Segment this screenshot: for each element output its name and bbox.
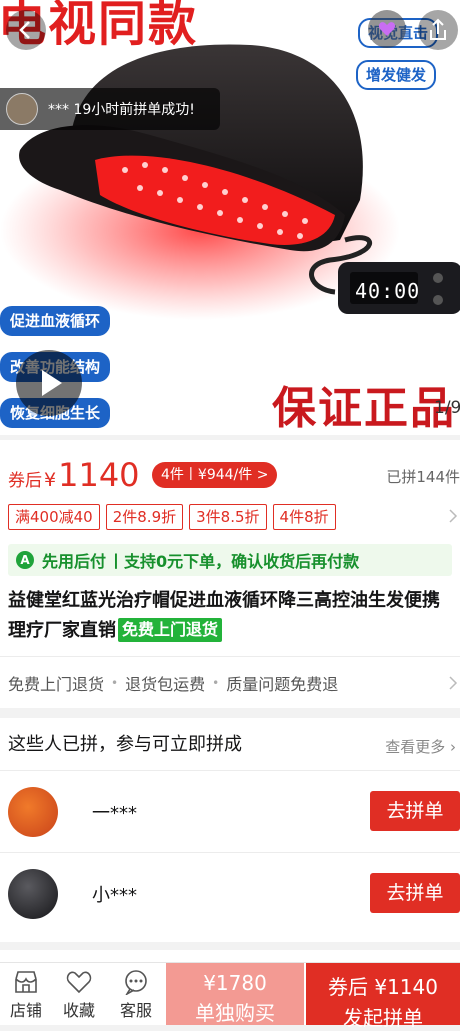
recent-group-notification: *** 19小时前拼单成功! — [0, 88, 220, 130]
single-label: 单独购买 — [195, 1001, 275, 1025]
product-image-carousel[interactable]: 电视同款 视觉直击 增发健发 40:00 促进血液循环 改善功能结构 恢复细胞生… — [0, 0, 460, 435]
device-display-time: 40:00 — [355, 279, 421, 303]
buy-single-button[interactable]: ¥1780 单独购买 — [166, 963, 304, 1025]
favorite-button[interactable] — [368, 10, 406, 48]
play-icon — [42, 370, 62, 396]
hero-tag-1: 促进血液循环 — [0, 306, 111, 336]
chat-icon — [125, 970, 147, 995]
group-row: 一*** 去拼单 — [0, 770, 460, 853]
discount-tag[interactable]: 3件8.5折 — [189, 504, 267, 530]
group-user-name: 小*** — [92, 885, 137, 906]
discount-tag[interactable]: 2件8.9折 — [105, 504, 184, 530]
store-label: 店铺 — [9, 1001, 42, 1020]
store-icon — [15, 971, 37, 993]
product-info-section: 券后 ¥ 1140 4件丨¥944/件 > 已拼144件 满400减40 2件8… — [0, 440, 460, 708]
avatar — [8, 787, 58, 837]
product-title: 益健堂红蓝光治疗帽促进血液循环降三高控油生发便携理疗厂家直销 免费上门退货 — [8, 586, 456, 646]
start-group-buy-button[interactable]: 券后 ¥1140 发起拼单 — [306, 963, 460, 1030]
authentic-stamp: 保证正品 — [272, 383, 456, 434]
product-title-text: 益健堂红蓝光治疗帽促进血液循环降三高控油生发便携理疗厂家直销 — [8, 590, 440, 641]
back-button[interactable] — [6, 10, 46, 50]
discount-tag[interactable]: 满400减40 — [8, 504, 100, 530]
join-group-button[interactable]: 去拼单 — [370, 873, 460, 913]
pay-later-banner[interactable]: A 先用后付 丨支持0元下单，确认收货后再付款 — [8, 544, 452, 576]
service-item: 退货包运费 — [125, 675, 206, 694]
single-price: ¥1780 — [203, 971, 267, 995]
free-return-tag: 免费上门退货 — [118, 618, 223, 642]
share-button[interactable] — [418, 10, 458, 50]
price-row: 券后 ¥ 1140 — [8, 456, 140, 494]
group-user-name: 一*** — [92, 803, 137, 824]
avatar — [8, 869, 58, 919]
favorite-label: 收藏 — [62, 1001, 95, 1020]
heart-icon — [378, 22, 396, 36]
view-more-label: 查看更多 — [385, 738, 446, 756]
pay-later-title: 先用后付 — [42, 552, 107, 571]
separator-dot: • — [111, 676, 119, 690]
play-video-button[interactable] — [16, 350, 82, 416]
bottom-action-bar: 店铺 收藏 客服 ¥1780 单独购买 券后 ¥1140 发起拼单 — [0, 962, 460, 1030]
chevron-right-icon — [449, 509, 458, 523]
group-price: 券后 ¥1140 — [328, 975, 438, 999]
coupon-after-label: 券后 — [8, 471, 42, 491]
view-more-link[interactable]: 查看更多 › — [385, 736, 456, 757]
customer-service-label: 客服 — [119, 1001, 152, 1020]
group-buy-section: 这些人已拼，参与可立即拼成 查看更多 › 一*** 去拼单 小*** 去拼单 — [0, 718, 460, 942]
chevron-right-icon — [449, 676, 458, 690]
multi-buy-badge[interactable]: 4件丨¥944/件 > — [152, 462, 278, 488]
service-item: 质量问题免费退 — [226, 675, 339, 694]
group-row: 小*** 去拼单 — [0, 852, 460, 935]
pay-later-subtitle: 丨支持0元下单，确认收货后再付款 — [108, 552, 360, 571]
customer-service-button[interactable]: 客服 — [110, 969, 162, 1021]
discount-tag[interactable]: 4件8折 — [272, 504, 336, 530]
hero-tag-right-2: 增发健发 — [356, 60, 437, 90]
chevron-left-icon — [19, 21, 30, 39]
notification-text: *** 19小时前拼单成功! — [48, 102, 195, 118]
currency-symbol: ¥ — [44, 469, 57, 491]
service-guarantees[interactable]: 免费上门退货 • 退货包运费 • 质量问题免费退 — [0, 656, 460, 709]
favorite-bar-button[interactable]: 收藏 — [53, 969, 105, 1021]
heart-outline-icon — [66, 971, 92, 994]
discount-tags[interactable]: 满400减40 2件8.9折 3件8.5折 4件8折 — [8, 504, 336, 530]
pay-later-icon: A — [16, 551, 34, 569]
service-item: 免费上门退货 — [8, 675, 105, 694]
share-icon — [430, 18, 446, 40]
price-amount: 1140 — [58, 456, 140, 494]
group-label: 发起拼单 — [343, 1006, 423, 1030]
separator-dot: • — [212, 676, 220, 690]
sold-count: 已拼144件 — [386, 468, 460, 486]
image-page-indicator: 1/9 — [434, 398, 460, 418]
join-group-button[interactable]: 去拼单 — [370, 791, 460, 831]
notification-avatar — [6, 93, 38, 125]
store-button[interactable]: 店铺 — [0, 969, 52, 1021]
